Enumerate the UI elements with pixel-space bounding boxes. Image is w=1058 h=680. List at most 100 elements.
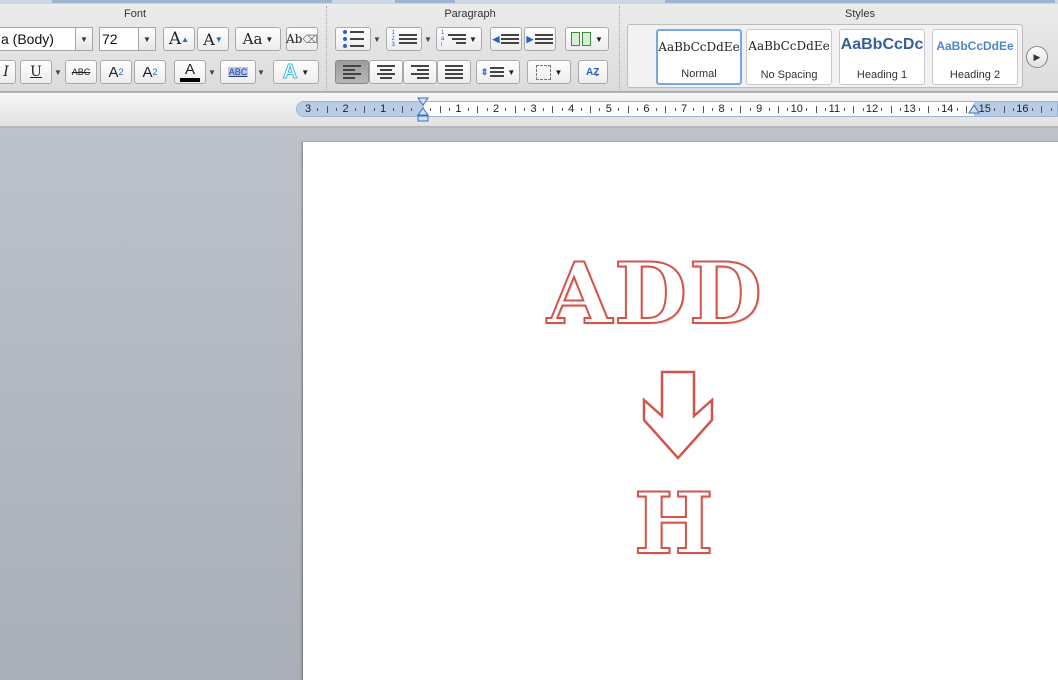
justify-button[interactable] (437, 60, 471, 84)
ruler-tick (392, 108, 394, 111)
ruler-tick (590, 106, 591, 113)
ruler-tick (966, 106, 967, 113)
ruler-tick (928, 106, 930, 113)
ruler-tick (552, 106, 554, 113)
font-color-button[interactable]: A (174, 60, 206, 84)
ruler-tick (843, 108, 845, 111)
ruler-tick (919, 108, 920, 111)
chevron-down-icon: ▼ (265, 34, 274, 44)
grow-font-button[interactable]: A ▲ (163, 27, 195, 51)
indent-marker-icon[interactable] (417, 97, 429, 123)
subscript-button[interactable]: A2 (134, 60, 166, 84)
font-name-field[interactable]: a (Body) (0, 27, 76, 51)
ruler-tick (1050, 108, 1052, 111)
increase-indent-button[interactable]: ▶ (524, 27, 556, 51)
ribbon-tab-strip (0, 0, 1058, 4)
line-spacing-button[interactable]: ⇕ ▼ (476, 60, 520, 84)
ruler-tick (477, 106, 479, 113)
ruler-number: 9 (756, 103, 763, 115)
ruler-tick (1041, 106, 1043, 113)
ruler-tick (467, 108, 469, 111)
ruler-number: 11 (828, 103, 841, 115)
document-page[interactable]: ADD H (303, 142, 1058, 680)
align-center-icon (377, 65, 395, 79)
multilevel-list-button[interactable]: 1 a i ▼ (436, 27, 482, 51)
ruler-tick (900, 108, 902, 111)
font-color-dropdown[interactable]: ▼ (207, 60, 217, 84)
ruler-number: 8 (718, 103, 725, 115)
font-name-dropdown[interactable]: ▼ (75, 27, 93, 51)
clear-formatting-button[interactable]: Ab ⌫ (286, 27, 318, 51)
bullets-button[interactable] (335, 27, 371, 51)
ruler-number: 1 (455, 103, 462, 115)
highlight-button[interactable]: ABC (220, 60, 256, 84)
style-normal[interactable]: AaBbCcDdEe Normal (656, 29, 742, 85)
styles-group-title: Styles (845, 8, 875, 20)
font-group-title: Font (123, 8, 146, 20)
paragraph-group-title: Paragraph (444, 8, 496, 20)
ruler-tick (524, 108, 526, 111)
gallery-next-button[interactable]: ▶ (1026, 46, 1048, 68)
font-size-field[interactable]: 72 (99, 27, 139, 51)
font-size-dropdown[interactable]: ▼ (138, 27, 156, 51)
ruler-tick (815, 106, 817, 113)
font-color-swatch (180, 78, 200, 82)
style-heading-2[interactable]: AaBbCcDdEe Heading 2 (932, 29, 1018, 85)
bullets-dropdown[interactable]: ▼ (372, 27, 382, 51)
underline-dropdown[interactable]: ▼ (53, 60, 63, 84)
eraser-icon: ⌫ (302, 33, 318, 46)
change-case-button[interactable]: Aa ▼ (235, 27, 281, 51)
ruler-number: 2 (492, 103, 500, 115)
ruler-tick (862, 108, 864, 111)
down-arrow-icon (642, 370, 714, 460)
heading-text-h: H (633, 473, 716, 574)
ruler-tick (355, 108, 356, 111)
columns-button[interactable]: ▼ (565, 27, 609, 51)
underline-button[interactable]: U (20, 60, 52, 84)
ruler-tick (373, 108, 375, 111)
increase-indent-icon: ▶ (527, 34, 554, 45)
style-heading-1[interactable]: AaBbCcDc Heading 1 (839, 29, 925, 85)
ruler-tick (364, 106, 366, 113)
decrease-indent-button[interactable]: ◀ (490, 27, 522, 51)
style-no-spacing[interactable]: AaBbCcDdEe No Spacing (746, 29, 832, 85)
sort-button[interactable]: AZ ↓ (578, 60, 608, 84)
ruler-number: 3 (304, 103, 312, 115)
decrease-indent-icon: ◀ (493, 34, 520, 45)
align-right-button[interactable] (403, 60, 437, 84)
italic-button[interactable]: I (0, 60, 16, 84)
superscript-button[interactable]: A2 (100, 60, 132, 84)
grow-arrow-icon: ▲ (181, 34, 190, 44)
sort-icon: AZ (586, 66, 600, 78)
chevron-down-icon: ▼ (301, 67, 310, 77)
borders-button[interactable]: ▼ (527, 60, 571, 84)
ruler-tick (731, 108, 732, 111)
ruler-tick (806, 108, 808, 111)
text-effects-button[interactable]: A ▼ (273, 60, 319, 84)
horizontal-ruler[interactable]: 321123456789101112131415161 (296, 101, 1058, 117)
numbering-dropdown[interactable]: ▼ (423, 27, 433, 51)
ruler-tick (411, 108, 413, 111)
group-separator (619, 6, 620, 90)
ruler-number: 15 (978, 103, 991, 115)
strikethrough-button[interactable]: ABC (65, 60, 97, 84)
bullet-list-icon (342, 30, 364, 48)
ribbon: Font Paragraph Styles a (Body) ▼ 72 ▼ A ▲… (0, 0, 1058, 92)
ruler-tick (618, 108, 620, 111)
highlight-dropdown[interactable]: ▼ (256, 60, 266, 84)
numbering-button[interactable]: 1 2 3 (386, 27, 422, 51)
ruler-tick (787, 108, 789, 111)
shrink-arrow-icon: ▼ (214, 34, 223, 44)
ruler-tick (1031, 108, 1033, 111)
align-center-button[interactable] (369, 60, 403, 84)
ruler-tick (853, 106, 855, 113)
ruler-tick (336, 108, 338, 111)
ruler-tick (543, 108, 544, 111)
ruler-tick (712, 108, 714, 111)
multilevel-list-icon: 1 a i (441, 30, 467, 48)
ruler-tick (740, 106, 742, 113)
right-indent-marker-icon[interactable] (968, 104, 980, 114)
shrink-font-button[interactable]: A ▼ (197, 27, 229, 51)
ruler-tick (1003, 106, 1005, 113)
align-left-button[interactable] (335, 60, 369, 84)
